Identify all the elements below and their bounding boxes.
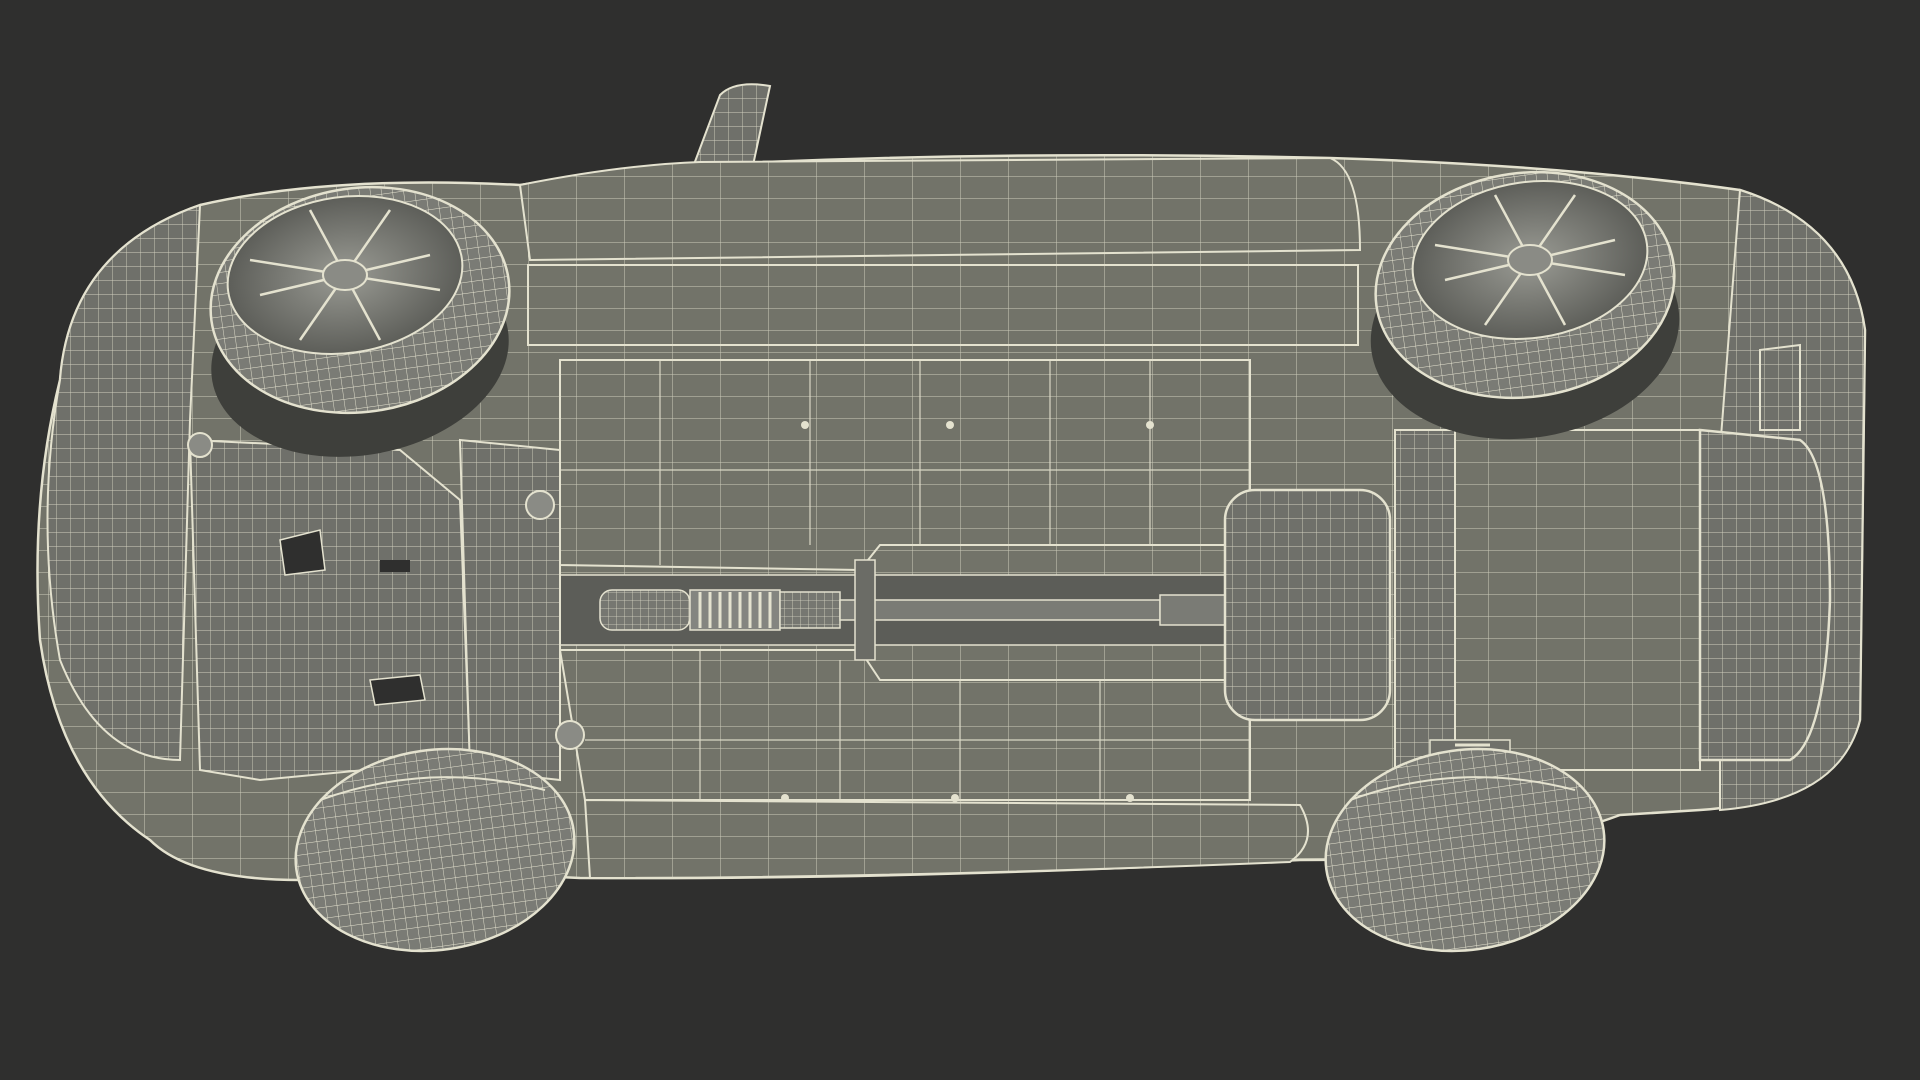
render-viewport <box>0 0 1920 1080</box>
front-bumper <box>46 203 202 762</box>
fuel-tank <box>1223 488 1392 722</box>
upper-sill <box>518 156 1362 346</box>
front-subframe <box>187 432 585 782</box>
rear-suspension <box>1394 429 1701 801</box>
exhaust-system <box>549 559 1251 661</box>
lower-sill <box>583 798 1309 880</box>
car-underside-render <box>36 83 1867 953</box>
